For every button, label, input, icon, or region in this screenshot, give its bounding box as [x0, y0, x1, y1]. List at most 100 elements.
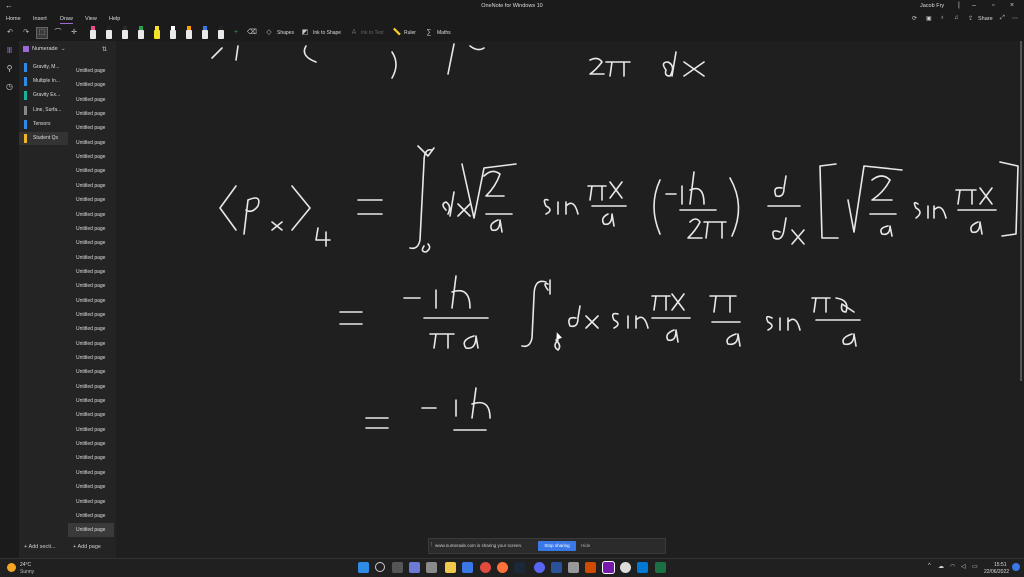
chrome-icon[interactable]	[480, 562, 491, 573]
settings-icon[interactable]	[426, 562, 437, 573]
add-page-button[interactable]: + Add page	[73, 544, 101, 550]
minimize-icon[interactable]: –	[972, 2, 976, 9]
pen-black-icon[interactable]	[106, 26, 112, 39]
add-space-icon[interactable]: ✛	[69, 28, 79, 38]
steam-icon[interactable]	[514, 562, 525, 573]
add-pen-icon[interactable]: +	[231, 28, 241, 38]
maximize-icon[interactable]: ▫	[992, 2, 994, 9]
ink-to-shape-icon[interactable]: ◩	[300, 28, 310, 38]
sort-icon[interactable]: ⇅	[102, 46, 107, 53]
page-item[interactable]: Untitled page	[68, 394, 114, 408]
user-name[interactable]: Jacob Fry	[920, 3, 944, 9]
page-item[interactable]: Untitled page	[68, 265, 114, 279]
ruler-button[interactable]: Ruler	[404, 30, 416, 36]
add-section-button[interactable]: + Add secti...	[24, 544, 56, 550]
file-explorer-icon[interactable]	[445, 562, 456, 573]
page-item[interactable]: Untitled page	[68, 408, 114, 422]
undo-icon[interactable]: ↶	[5, 28, 15, 38]
expand-icon[interactable]: ⤢	[1000, 15, 1005, 22]
highlighter-yellow-icon[interactable]	[154, 26, 160, 39]
wifi-icon[interactable]: ◠	[950, 563, 955, 570]
ruler-icon[interactable]: 📏	[392, 28, 402, 38]
pen-dark-icon[interactable]	[122, 26, 128, 39]
shapes-icon[interactable]: ◇	[264, 28, 274, 38]
cloud-icon[interactable]: ☁	[938, 563, 944, 570]
share-icon[interactable]: ⇪	[968, 15, 973, 22]
page-item[interactable]: Untitled page	[68, 251, 114, 265]
lasso-icon[interactable]: ⌒	[53, 28, 63, 38]
page-item[interactable]: Untitled page	[68, 451, 114, 465]
windows-start-icon[interactable]	[358, 562, 369, 573]
page-item[interactable]: Untitled page	[68, 179, 114, 193]
close-icon[interactable]: ×	[1010, 2, 1014, 9]
page-item[interactable]: Untitled page	[68, 480, 114, 494]
eraser-icon[interactable]: ⌫	[247, 28, 257, 38]
page-item[interactable]: Untitled page	[68, 279, 114, 293]
select-tool-icon[interactable]: ⬚	[36, 27, 48, 39]
sync-icon[interactable]: ⟳	[912, 15, 917, 22]
redo-icon[interactable]: ↷	[21, 28, 31, 38]
section-item[interactable]: Gravity, M...	[19, 61, 68, 74]
page-item[interactable]: Untitled page	[68, 437, 114, 451]
page-item[interactable]: Untitled page	[68, 365, 114, 379]
menu-view[interactable]: View	[85, 16, 97, 22]
share-button[interactable]: Share	[978, 16, 993, 22]
ink-to-shape-button[interactable]: Ink to Shape	[313, 30, 341, 36]
notification-icon[interactable]	[1012, 563, 1020, 571]
hide-button[interactable]: Hide	[581, 543, 590, 548]
weather-description[interactable]: Sunny	[20, 569, 34, 575]
chevron-up-icon[interactable]: ^	[928, 563, 931, 569]
pen-blue-icon[interactable]	[202, 26, 208, 39]
pen-orange-icon[interactable]	[186, 26, 192, 39]
pen-white-icon[interactable]	[170, 26, 176, 39]
page-item[interactable]: Untitled page	[68, 466, 114, 480]
page-item[interactable]: Untitled page	[68, 107, 114, 121]
recent-icon[interactable]: ◷	[4, 81, 15, 92]
bell-icon[interactable]: ♫	[954, 15, 959, 21]
widgets-icon[interactable]	[409, 562, 420, 573]
notebook-name[interactable]: Numerade	[32, 46, 58, 52]
page-item[interactable]: Untitled page	[68, 222, 114, 236]
menu-insert[interactable]: Insert	[33, 16, 47, 22]
page-item[interactable]: Untitled page	[68, 150, 114, 164]
page-item[interactable]: Untitled page	[68, 121, 114, 135]
page-item[interactable]: Untitled page	[68, 236, 114, 250]
pen-pink-icon[interactable]	[90, 26, 96, 39]
notebooks-icon[interactable]: Ⅲ	[4, 45, 15, 56]
page-item[interactable]: Untitled page	[68, 509, 114, 523]
page-item[interactable]: Untitled page	[68, 208, 114, 222]
weather-temperature[interactable]: 24°C	[20, 562, 31, 568]
pen-black-2-icon[interactable]	[218, 26, 224, 39]
scrollbar[interactable]	[1020, 41, 1022, 381]
page-item[interactable]: Untitled page	[68, 93, 114, 107]
stop-sharing-button[interactable]: Stop sharing	[538, 541, 576, 551]
notebook-icon[interactable]: ▣	[926, 15, 932, 22]
excel-icon[interactable]	[655, 562, 666, 573]
section-item[interactable]: Gravity Ex...	[19, 89, 68, 102]
page-item[interactable]: Untitled page	[68, 294, 114, 308]
app-icon-3[interactable]	[620, 562, 631, 573]
menu-help[interactable]: Help	[109, 16, 120, 22]
page-item[interactable]: Untitled page	[68, 495, 114, 509]
page-item[interactable]: Untitled page	[68, 193, 114, 207]
app-icon[interactable]	[551, 562, 562, 573]
page-item[interactable]: Untitled page	[68, 337, 114, 351]
page-item[interactable]: Untitled page	[68, 64, 114, 78]
task-view-icon[interactable]	[392, 562, 403, 573]
more-icon[interactable]: ⋯	[1012, 15, 1018, 22]
maths-icon[interactable]: ∑	[424, 28, 434, 38]
battery-icon[interactable]: ▭	[972, 563, 978, 570]
pen-green-icon[interactable]	[138, 26, 144, 39]
clock-time[interactable]: 15:51	[994, 562, 1007, 568]
menu-draw[interactable]: Draw	[60, 16, 73, 24]
section-item[interactable]: Multiple In...	[19, 75, 68, 88]
firefox-icon[interactable]	[497, 562, 508, 573]
maths-button[interactable]: Maths	[437, 30, 451, 36]
page-item[interactable]: Untitled page	[68, 78, 114, 92]
search-taskbar-icon[interactable]	[375, 562, 385, 572]
speaker-icon[interactable]: ◁	[961, 563, 966, 570]
page-item[interactable]: Untitled page	[68, 351, 114, 365]
discord-icon[interactable]	[534, 562, 545, 573]
shapes-button[interactable]: Shapes	[277, 30, 294, 36]
drag-handle-icon[interactable]: ⁞	[431, 542, 432, 548]
